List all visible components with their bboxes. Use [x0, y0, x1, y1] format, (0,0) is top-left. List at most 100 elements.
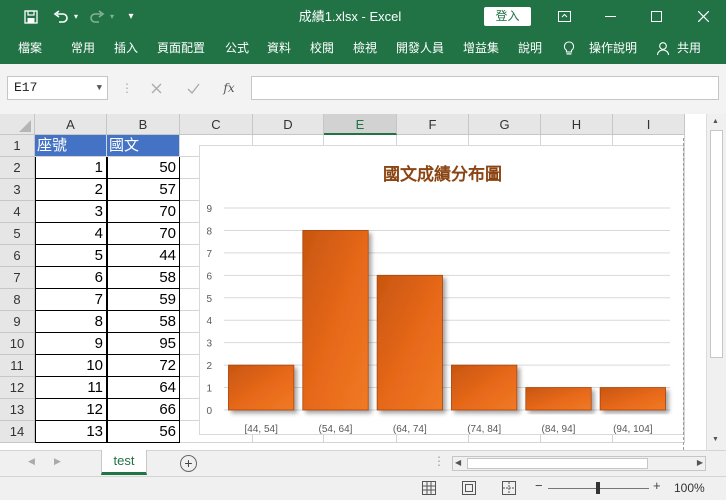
scroll-right-icon[interactable]: ▶: [697, 458, 703, 467]
header-cell[interactable]: 座號: [35, 135, 107, 157]
tab-review[interactable]: 校閱: [310, 33, 334, 64]
tab-data[interactable]: 資料: [267, 33, 291, 64]
histogram-bar[interactable]: [599, 387, 666, 411]
tab-home[interactable]: 常用: [71, 33, 95, 64]
zoom-slider-thumb[interactable]: [596, 482, 600, 494]
histogram-bar[interactable]: [525, 387, 592, 411]
data-cell[interactable]: 13: [35, 421, 107, 443]
row-header-7[interactable]: 7: [0, 267, 35, 289]
tab-file[interactable]: 檔案: [18, 33, 42, 64]
tab-view[interactable]: 檢視: [353, 33, 377, 64]
insert-function-button[interactable]: fx: [218, 76, 240, 100]
data-cell[interactable]: 8: [35, 311, 107, 333]
scroll-down-icon[interactable]: ▼: [712, 436, 719, 443]
column-header-b[interactable]: B: [107, 114, 180, 135]
data-cell[interactable]: 58: [107, 311, 180, 333]
histogram-chart[interactable]: 國文成績分布圖 0123456789 [44, 54] (54, 64] (64, …: [199, 145, 684, 435]
redo-icon[interactable]: [86, 0, 108, 33]
data-cell[interactable]: 70: [107, 223, 180, 245]
scroll-left-icon[interactable]: ◀: [455, 458, 461, 467]
minimize-icon[interactable]: [587, 0, 633, 33]
data-cell[interactable]: 66: [107, 399, 180, 421]
tab-page-layout[interactable]: 頁面配置: [157, 33, 205, 64]
tell-me-search[interactable]: 操作說明: [589, 33, 637, 64]
next-sheet-icon[interactable]: ▶: [54, 456, 61, 467]
row-header-12[interactable]: 12: [0, 377, 35, 399]
customize-toolbar-icon[interactable]: ▾: [124, 0, 138, 33]
row-header-1[interactable]: 1: [0, 135, 35, 157]
select-all-button[interactable]: [0, 114, 35, 135]
column-header-a[interactable]: A: [35, 114, 107, 135]
data-cell[interactable]: 50: [107, 157, 180, 179]
row-header-11[interactable]: 11: [0, 355, 35, 377]
row-header-4[interactable]: 4: [0, 201, 35, 223]
data-cell[interactable]: 12: [35, 399, 107, 421]
close-icon[interactable]: [680, 0, 726, 33]
column-header-g[interactable]: G: [469, 114, 541, 135]
add-sheet-icon[interactable]: +: [180, 455, 197, 472]
person-icon[interactable]: [656, 33, 671, 64]
column-header-c[interactable]: C: [180, 114, 253, 135]
histogram-bar[interactable]: [376, 274, 443, 411]
enter-icon[interactable]: [182, 76, 204, 100]
row-header-3[interactable]: 3: [0, 179, 35, 201]
sheet-tab-test[interactable]: test: [101, 450, 147, 475]
prev-sheet-icon[interactable]: ◀: [28, 456, 35, 467]
page-break-preview-icon[interactable]: [502, 481, 516, 495]
cancel-icon[interactable]: [145, 76, 167, 100]
column-header-d[interactable]: D: [253, 114, 324, 135]
sign-in-button[interactable]: 登入: [484, 7, 531, 26]
data-cell[interactable]: 9: [35, 333, 107, 355]
data-cell[interactable]: 2: [35, 179, 107, 201]
horizontal-scroll-thumb[interactable]: [467, 458, 648, 469]
zoom-level[interactable]: 100%: [674, 477, 705, 500]
histogram-bar[interactable]: [228, 364, 295, 411]
vertical-scroll-thumb[interactable]: [710, 130, 723, 358]
data-cell[interactable]: 72: [107, 355, 180, 377]
tab-add-ins[interactable]: 增益集: [463, 33, 499, 64]
data-cell[interactable]: 56: [107, 421, 180, 443]
data-cell[interactable]: 11: [35, 377, 107, 399]
tab-formulas[interactable]: 公式: [225, 33, 249, 64]
tab-help[interactable]: 說明: [518, 33, 542, 64]
data-cell[interactable]: 1: [35, 157, 107, 179]
row-header-2[interactable]: 2: [0, 157, 35, 179]
undo-dropdown-icon[interactable]: ▾: [71, 0, 81, 33]
page-layout-view-icon[interactable]: [462, 481, 476, 495]
tab-insert[interactable]: 插入: [114, 33, 138, 64]
row-header-6[interactable]: 6: [0, 245, 35, 267]
row-header-5[interactable]: 5: [0, 223, 35, 245]
data-cell[interactable]: 57: [107, 179, 180, 201]
horizontal-scrollbar[interactable]: ◀ ▶: [452, 456, 706, 471]
tab-split-handle-icon[interactable]: ⋮: [433, 454, 445, 468]
data-cell[interactable]: 4: [35, 223, 107, 245]
tab-developer[interactable]: 開發人員: [396, 33, 444, 64]
scroll-up-icon[interactable]: ▲: [712, 118, 719, 125]
data-cell[interactable]: 3: [35, 201, 107, 223]
header-cell[interactable]: 國文: [107, 135, 180, 157]
row-header-10[interactable]: 10: [0, 333, 35, 355]
column-header-f[interactable]: F: [397, 114, 469, 135]
row-header-9[interactable]: 9: [0, 311, 35, 333]
data-cell[interactable]: 6: [35, 267, 107, 289]
formula-input[interactable]: [251, 76, 719, 100]
lightbulb-icon[interactable]: [563, 33, 575, 64]
row-header-14[interactable]: 14: [0, 421, 35, 443]
data-cell[interactable]: 7: [35, 289, 107, 311]
normal-view-icon[interactable]: [422, 481, 436, 495]
name-box[interactable]: E17 ▼: [7, 76, 108, 100]
name-box-dropdown-icon[interactable]: ▼: [97, 77, 102, 99]
histogram-bar[interactable]: [302, 230, 369, 411]
row-header-8[interactable]: 8: [0, 289, 35, 311]
data-cell[interactable]: 64: [107, 377, 180, 399]
data-cell[interactable]: 5: [35, 245, 107, 267]
save-icon[interactable]: [20, 0, 42, 33]
data-cell[interactable]: 58: [107, 267, 180, 289]
data-cell[interactable]: 95: [107, 333, 180, 355]
ribbon-display-icon[interactable]: [541, 0, 587, 33]
undo-icon[interactable]: [50, 0, 72, 33]
data-cell[interactable]: 59: [107, 289, 180, 311]
maximize-icon[interactable]: [633, 0, 679, 33]
zoom-out-button[interactable]: −: [535, 478, 543, 493]
data-cell[interactable]: 70: [107, 201, 180, 223]
